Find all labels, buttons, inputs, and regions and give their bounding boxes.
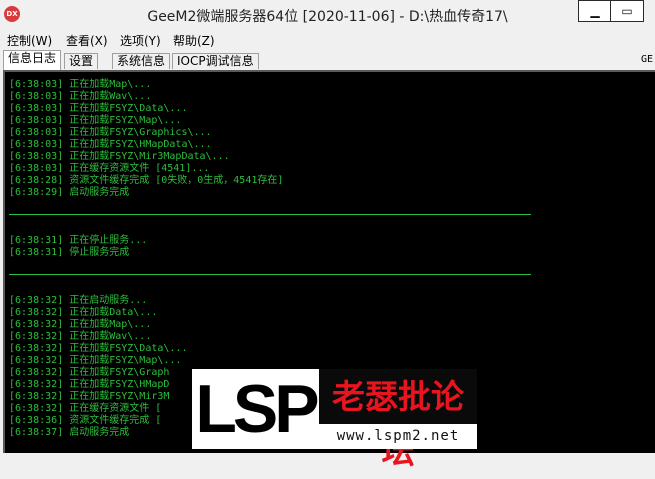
menu-bar: 控制(W) 查看(X) 选项(Y) 帮助(Z) xyxy=(0,30,655,50)
log-line: [6:38:03] 正在加载FSYZ\Mir3MapData\... xyxy=(9,151,230,162)
log-line: [6:38:37] 启动服务完成 xyxy=(9,427,130,438)
log-line: [6:38:03] 正在加载FSYZ\Map\... xyxy=(9,115,182,126)
maximize-button[interactable]: ▭ xyxy=(610,0,644,22)
log-line: [6:38:32] 正在加载Map\... xyxy=(9,319,152,330)
watermark-logo: LSP 老瑟批论坛 www.lspm2.net xyxy=(192,369,477,471)
log-line: [6:38:03] 正在加载FSYZ\Data\... xyxy=(9,103,188,114)
watermark-url: www.lspm2.net xyxy=(336,428,460,444)
log-line: [6:38:32] 正在加载Data\... xyxy=(9,307,158,318)
log-line: [6:38:03] 正在加载FSYZ\Graphics\... xyxy=(9,127,212,138)
log-line: [6:38:03] 正在缓存资源文件 [4541]... xyxy=(9,163,210,174)
log-line: [6:38:32] 正在加载FSYZ\Data\... xyxy=(9,343,188,354)
log-separator xyxy=(9,214,531,215)
log-line: [6:38:03] 正在加载Map\... xyxy=(9,79,152,90)
menu-help[interactable]: 帮助(Z) xyxy=(173,32,215,49)
tab-bar: 信息日志 设置 系统信息 IOCP调试信息 xyxy=(0,50,655,70)
tab-settings[interactable]: 设置 xyxy=(64,53,99,69)
log-line: [6:38:32] 正在加载FSYZ\Graph xyxy=(9,367,170,378)
menu-options[interactable]: 选项(Y) xyxy=(120,32,161,49)
log-line: [6:38:03] 正在加载FSYZ\HMapData\... xyxy=(9,139,212,150)
log-line: [6:38:03] 正在加载Wav\... xyxy=(9,91,152,102)
menu-view[interactable]: 查看(X) xyxy=(66,32,108,49)
tab-overflow-label: GE xyxy=(640,54,653,65)
log-line: [6:38:32] 正在加载FSYZ\Mir3M xyxy=(9,391,170,402)
watermark-site-name: 老瑟批论坛 xyxy=(332,377,464,471)
log-line: [6:38:32] 正在加载FSYZ\HMapD xyxy=(9,379,170,390)
log-line: [6:38:32] 正在启动服务... xyxy=(9,295,148,306)
menu-control[interactable]: 控制(W) xyxy=(7,32,52,49)
log-line: [6:38:36] 资源文件缓存完成 [ xyxy=(9,415,162,426)
log-line: [6:38:31] 正在停止服务... xyxy=(9,235,148,246)
title-bar: DX GeeM2微端服务器64位 [2020-11-06] - D:\热血传奇1… xyxy=(0,0,655,30)
window-title: GeeM2微端服务器64位 [2020-11-06] - D:\热血传奇17\ xyxy=(147,9,508,25)
tab-system-info[interactable]: 系统信息 xyxy=(112,53,171,69)
log-line: [6:38:28] 资源文件缓存完成 [0失败，0生成，4541存在] xyxy=(9,175,284,186)
log-line: [6:38:32] 正在加载Wav\... xyxy=(9,331,152,342)
log-line: [6:38:31] 停止服务完成 xyxy=(9,247,130,258)
watermark-brand: LSP xyxy=(195,371,319,447)
log-line: [6:38:29] 启动服务完成 xyxy=(9,187,130,198)
log-separator xyxy=(9,274,531,275)
log-line: [6:38:32] 正在加载FSYZ\Map\... xyxy=(9,355,182,366)
minimize-button[interactable]: ▁ xyxy=(578,0,612,22)
log-line: [6:38:32] 正在缓存资源文件 [ xyxy=(9,403,162,414)
tab-iocp-debug[interactable]: IOCP调试信息 xyxy=(172,53,259,69)
tab-info-log[interactable]: 信息日志 xyxy=(3,50,62,70)
